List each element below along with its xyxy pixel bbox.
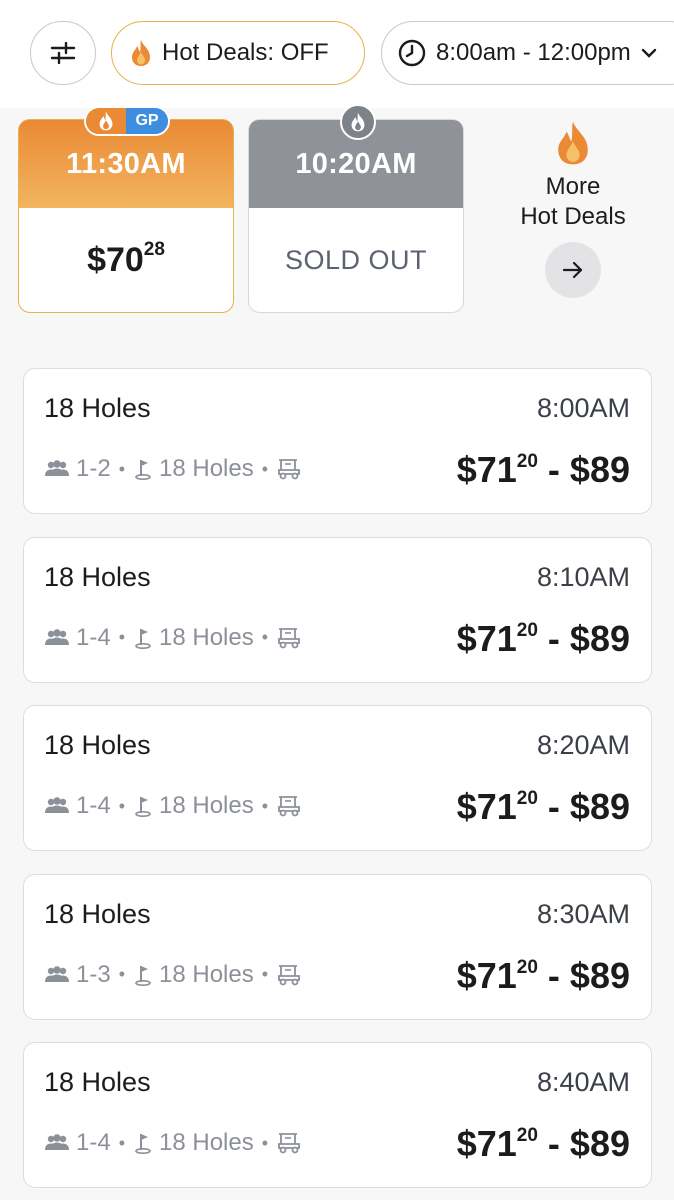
deal-badge <box>340 104 376 140</box>
tee-time-card[interactable]: 18 Holes 8:00AM 1-2 • 18 Holes • $7120 -… <box>23 368 652 514</box>
separator-dot: • <box>261 1132 269 1153</box>
tee-time-price-range: $7120 - $89 <box>456 786 630 827</box>
tee-time-card[interactable]: 18 Holes 8:10AM 1-4 • 18 Holes • $7120 -… <box>23 536 652 683</box>
tee-time-meta: 1-2 • 18 Holes • <box>44 455 302 483</box>
clock-icon <box>398 39 426 67</box>
flame-icon <box>132 40 150 66</box>
filter-bar: Hot Deals: OFF 8:00am - 12:00pm <box>0 0 674 108</box>
tee-time-value: 8:40AM <box>536 1067 630 1097</box>
tee-time-value: 8:00AM <box>536 393 630 423</box>
tee-time-title: 18 Holes <box>44 561 151 592</box>
holes-count: 18 Holes <box>159 455 254 482</box>
separator-dot: • <box>261 964 269 984</box>
tee-time-title: 18 Holes <box>44 730 151 760</box>
more-deals-arrow-button[interactable] <box>545 242 601 298</box>
separator-dot: • <box>118 1132 125 1153</box>
holes-count: 18 Holes <box>159 792 254 819</box>
golf-flag-icon <box>135 797 151 817</box>
tee-time-title: 18 Holes <box>44 898 151 929</box>
separator-dot: • <box>261 795 269 816</box>
chevron-down-icon <box>641 48 656 58</box>
separator-dot: • <box>118 627 125 647</box>
golf-cart-icon <box>278 964 300 985</box>
holes-count: 18 Holes <box>159 960 254 988</box>
players-icon <box>45 965 69 982</box>
golf-flag-icon <box>135 965 151 986</box>
arrow-right-icon <box>562 261 583 279</box>
golf-flag-icon <box>135 628 151 649</box>
tee-time-meta: 1-4 • 18 Holes • <box>44 624 302 652</box>
tee-time-card[interactable]: 18 Holes 8:40AM 1-4 • 18 Holes • $7120 -… <box>23 1042 652 1188</box>
more-deals-line2: Hot Deals <box>520 203 626 230</box>
separator-dot: • <box>261 627 269 647</box>
more-deals-line1: More <box>545 173 601 200</box>
tee-time-card[interactable]: 18 Holes 8:20AM 1-4 • 18 Holes • $7120 -… <box>23 705 652 851</box>
golf-cart-icon <box>278 796 300 817</box>
separator-dot: • <box>118 795 125 816</box>
golf-cart-icon <box>278 627 300 648</box>
time-range-label: 8:00am - 12:00pm <box>436 39 631 66</box>
tee-time-price-range: $7120 - $89 <box>456 449 630 490</box>
flame-icon <box>558 121 588 165</box>
featured-deal-card-sold-out[interactable]: 10:20AM SOLD OUT <box>248 104 464 313</box>
more-hot-deals-link[interactable]: More Hot Deals <box>495 120 651 298</box>
players-range: 1-3 <box>76 960 111 988</box>
tee-time-price-range: $7120 - $89 <box>456 1123 630 1164</box>
flame-icon <box>351 112 365 132</box>
players-icon <box>45 1134 69 1150</box>
tee-time-price-range: $7120 - $89 <box>456 617 630 659</box>
players-range: 1-2 <box>76 455 111 482</box>
sold-out-label: SOLD OUT <box>284 244 428 275</box>
flame-icon <box>99 111 113 131</box>
players-icon <box>45 460 69 476</box>
tee-time-value: 8:20AM <box>536 730 630 760</box>
players-range: 1-4 <box>76 1129 111 1156</box>
holes-count: 18 Holes <box>159 1129 254 1156</box>
golf-cart-icon <box>278 1133 300 1154</box>
featured-deal-card[interactable]: GP 11:30AM $7028 <box>18 106 234 313</box>
tee-time-card[interactable]: 18 Holes 8:30AM 1-3 • 18 Holes • $7120 -… <box>23 873 652 1020</box>
golf-flag-icon <box>135 1134 151 1154</box>
tee-time-meta: 1-4 • 18 Holes • <box>44 792 302 820</box>
separator-dot: • <box>118 458 125 479</box>
deal-price: $7028 <box>87 239 165 279</box>
golf-cart-icon <box>278 459 300 480</box>
hot-deals-label: Hot Deals: OFF <box>162 39 329 66</box>
tee-time-value: 8:30AM <box>536 898 630 929</box>
tee-time-meta: 1-3 • 18 Holes • <box>44 961 302 989</box>
players-icon <box>45 628 69 645</box>
time-range-dropdown[interactable]: 8:00am - 12:00pm <box>381 21 674 85</box>
separator-dot: • <box>118 964 125 984</box>
players-icon <box>45 797 69 813</box>
golf-flag-icon <box>135 460 151 480</box>
players-range: 1-4 <box>76 623 111 651</box>
tee-time-title: 18 Holes <box>44 393 151 423</box>
tee-time-price-range: $7120 - $89 <box>456 954 630 996</box>
holes-count: 18 Holes <box>159 623 254 651</box>
sliders-icon <box>50 42 76 64</box>
tee-time-title: 18 Holes <box>44 1067 151 1097</box>
hot-deals-toggle[interactable]: Hot Deals: OFF <box>111 21 365 85</box>
gp-badge: GP <box>126 108 168 134</box>
tee-time-value: 8:10AM <box>536 561 630 592</box>
players-range: 1-4 <box>76 792 111 819</box>
separator-dot: • <box>261 458 269 479</box>
filter-settings-button[interactable] <box>30 21 96 85</box>
deal-badge: GP <box>84 106 170 136</box>
tee-time-meta: 1-4 • 18 Holes • <box>44 1129 302 1157</box>
